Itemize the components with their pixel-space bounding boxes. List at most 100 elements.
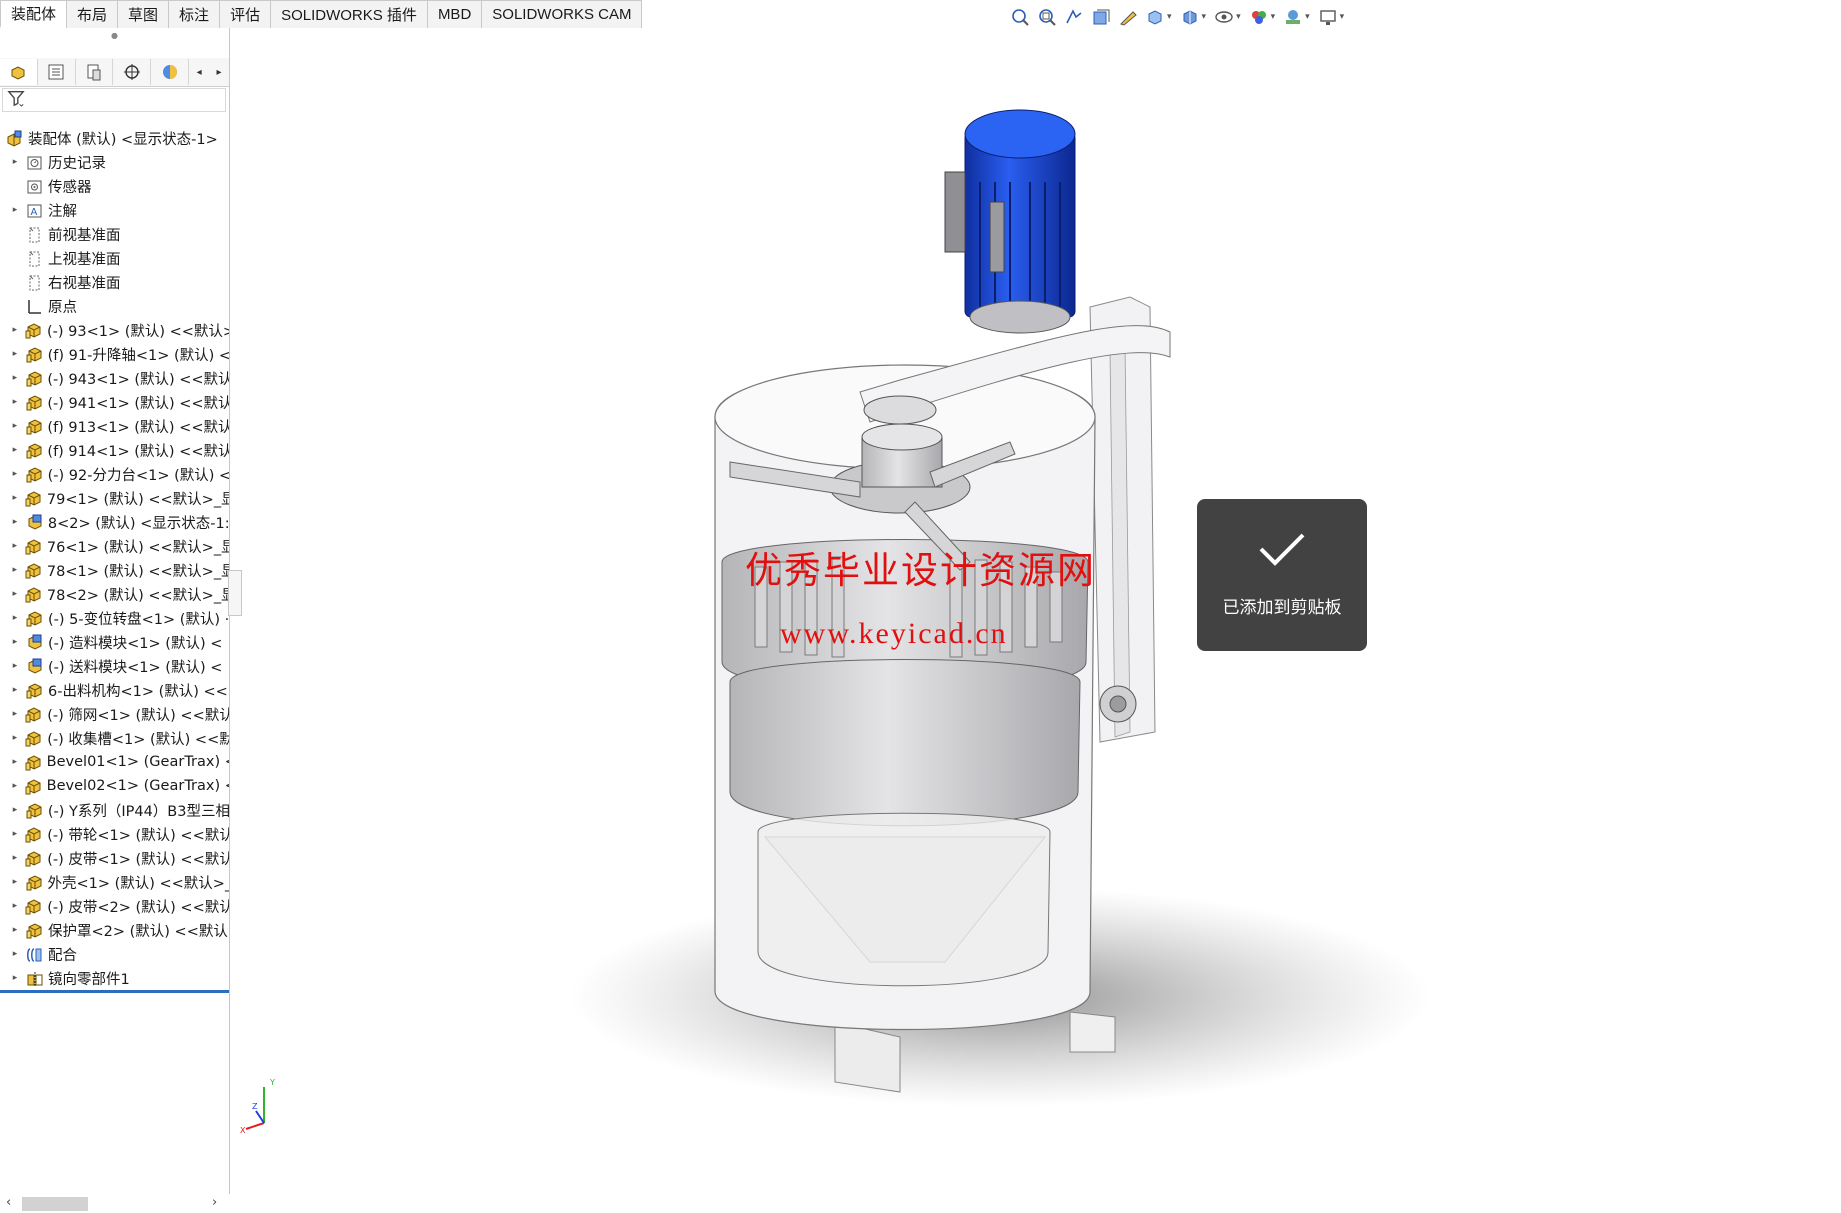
panel-grip[interactable]: ● [0,28,229,42]
tree-item[interactable]: ▸ (-) 92-分力台<1> (默认) < [0,462,229,486]
expand-arrow-icon[interactable]: ▸ [9,325,21,335]
tree-item[interactable]: ▸ 历史记录 [0,150,229,174]
expand-arrow-icon[interactable]: ▸ [9,541,21,551]
tree-item[interactable]: ▸ (f) 913<1> (默认) <<默认 [0,414,229,438]
expand-arrow-icon[interactable]: ▸ [9,421,21,431]
expand-arrow-icon[interactable]: ▸ [9,517,21,527]
edit-appearance-icon[interactable] [1247,6,1271,28]
dropdown-caret-icon[interactable]: ▾ [1271,12,1276,22]
tree-item[interactable]: ▸ 配合 [0,942,229,966]
expand-arrow-icon[interactable]: ▸ [9,469,21,479]
tree-item[interactable]: ▸ 8<2> (默认) <显示状态-1: [0,510,229,534]
tree-item[interactable]: ▸ 76<1> (默认) <<默认>_显 [0,534,229,558]
tree-horizontal-scrollbar[interactable]: ‹ › [0,1195,229,1213]
previous-view-icon[interactable] [1062,6,1086,28]
expand-arrow-icon[interactable]: ▸ [9,733,21,743]
tree-item[interactable]: ▸ (-) 93<1> (默认) <<默认> [0,318,229,342]
dropdown-caret-icon[interactable]: ▾ [1236,12,1241,22]
view-settings-icon[interactable] [1316,6,1340,28]
tree-item[interactable]: ▸ Bevel02<1> (GearTrax) < [0,774,229,798]
tree-item[interactable]: 传感器 [0,174,229,198]
expand-arrow-icon[interactable]: ▸ [9,973,21,983]
expand-arrow-icon[interactable]: ▸ [9,373,21,383]
scroll-thumb[interactable] [22,1197,88,1211]
expand-arrow-icon[interactable]: ▸ [9,757,21,767]
dropdown-caret-icon[interactable]: ▾ [1202,12,1207,22]
displaymanager-tab[interactable] [151,59,190,85]
featuremanager-tab[interactable] [0,59,38,85]
tree-item[interactable]: 右视基准面 [0,270,229,294]
tab-0[interactable]: 装配体 [0,0,68,28]
zoom-to-area-icon[interactable] [1035,6,1059,28]
tree-item[interactable]: ▸ 6-出料机构<1> (默认) << [0,678,229,702]
filter-icon[interactable] [7,89,25,111]
tree-root-assembly[interactable]: 装配体 (默认) <显示状态-1> [0,126,229,150]
view-orientation-icon[interactable] [1143,6,1167,28]
expand-arrow-icon[interactable]: ▸ [9,565,21,575]
scroll-tabs-right-icon[interactable]: ▸ [209,59,229,85]
tree-item[interactable]: ▸ (-) Y系列（IP44）B3型三相 [0,798,229,822]
expand-arrow-icon[interactable]: ▸ [9,829,21,839]
tree-item[interactable]: 前视基准面 [0,222,229,246]
expand-arrow-icon[interactable]: ▸ [9,397,21,407]
tree-item[interactable]: 上视基准面 [0,246,229,270]
expand-arrow-icon[interactable]: ▸ [9,349,21,359]
expand-arrow-icon[interactable]: ▸ [9,589,21,599]
dropdown-caret-icon[interactable]: ▾ [1340,12,1345,22]
apply-scene-icon[interactable] [1281,6,1305,28]
tree-item[interactable]: ▸ (-) 送料模块<1> (默认) < [0,654,229,678]
expand-arrow-icon[interactable]: ▸ [9,613,21,623]
expand-arrow-icon[interactable]: ▸ [9,157,21,167]
tree-item[interactable]: ▸ (-) 5-变位转盘<1> (默认) · [0,606,229,630]
scroll-right-arrow-icon[interactable]: › [212,1195,217,1210]
dynamic-annotation-icon[interactable] [1116,6,1140,28]
scroll-tabs-left-icon[interactable]: ◂ [189,59,209,85]
dimxpertmanager-tab[interactable] [113,59,152,85]
tab-2[interactable]: 草图 [117,0,170,28]
expand-arrow-icon[interactable]: ▸ [9,925,21,935]
tree-item[interactable]: ▸ A 注解 [0,198,229,222]
tree-item[interactable]: ▸ (-) 收集槽<1> (默认) <<默 [0,726,229,750]
propertymanager-tab[interactable] [38,59,76,85]
expand-arrow-icon[interactable]: ▸ [9,781,21,791]
tree-item[interactable]: ▸ (-) 943<1> (默认) <<默认 [0,366,229,390]
tab-3[interactable]: 标注 [168,0,221,28]
expand-arrow-icon[interactable]: ▸ [9,445,21,455]
tree-item[interactable]: ▸ Bevel01<1> (GearTrax) < [0,750,229,774]
tree-item[interactable]: ▸ (-) 941<1> (默认) <<默认 [0,390,229,414]
tree-item[interactable]: ▸ 镜向零部件1 [0,966,229,993]
tree-filter[interactable] [2,88,226,112]
tree-item[interactable]: ▸ 外壳<1> (默认) <<默认>_ [0,870,229,894]
dropdown-caret-icon[interactable]: ▾ [1305,12,1310,22]
hide-show-items-icon[interactable] [1212,6,1236,28]
tab-4[interactable]: 评估 [219,0,272,28]
expand-arrow-icon[interactable]: ▸ [9,949,21,959]
display-style-icon[interactable] [1178,6,1202,28]
tab-6[interactable]: MBD [426,0,483,28]
tree-item[interactable]: ▸ (-) 皮带<2> (默认) <<默认 [0,894,229,918]
tab-1[interactable]: 布局 [66,0,119,28]
expand-arrow-icon[interactable]: ▸ [9,685,21,695]
tab-5[interactable]: SOLIDWORKS 插件 [270,0,428,28]
expand-arrow-icon[interactable]: ▸ [9,877,21,887]
dropdown-caret-icon[interactable]: ▾ [1167,12,1172,22]
tree-item[interactable]: ▸ (f) 91-升降轴<1> (默认) < [0,342,229,366]
scroll-left-arrow-icon[interactable]: ‹ [6,1195,11,1210]
configurationmanager-tab[interactable] [76,59,114,85]
tree-item[interactable]: ▸ 78<1> (默认) <<默认>_显 [0,558,229,582]
tree-item[interactable]: ▸ (-) 筛网<1> (默认) <<默认 [0,702,229,726]
section-view-icon[interactable] [1089,6,1113,28]
expand-arrow-icon[interactable]: ▸ [9,493,21,503]
expand-arrow-icon[interactable]: ▸ [9,637,21,647]
tree-item[interactable]: ▸ (-) 皮带<1> (默认) <<默认 [0,846,229,870]
tree-item[interactable]: ▸ 保护罩<2> (默认) <<默认 [0,918,229,942]
expand-arrow-icon[interactable]: ▸ [9,205,21,215]
expand-arrow-icon[interactable]: ▸ [9,901,21,911]
expand-arrow-icon[interactable]: ▸ [9,661,21,671]
expand-arrow-icon[interactable]: ▸ [9,805,21,815]
tree-item[interactable]: ▸ (f) 914<1> (默认) <<默认 [0,438,229,462]
tree-item[interactable]: 原点 [0,294,229,318]
tree-item[interactable]: ▸ 78<2> (默认) <<默认>_显 [0,582,229,606]
expand-arrow-icon[interactable]: ▸ [9,853,21,863]
tree-item[interactable]: ▸ 79<1> (默认) <<默认>_显 [0,486,229,510]
